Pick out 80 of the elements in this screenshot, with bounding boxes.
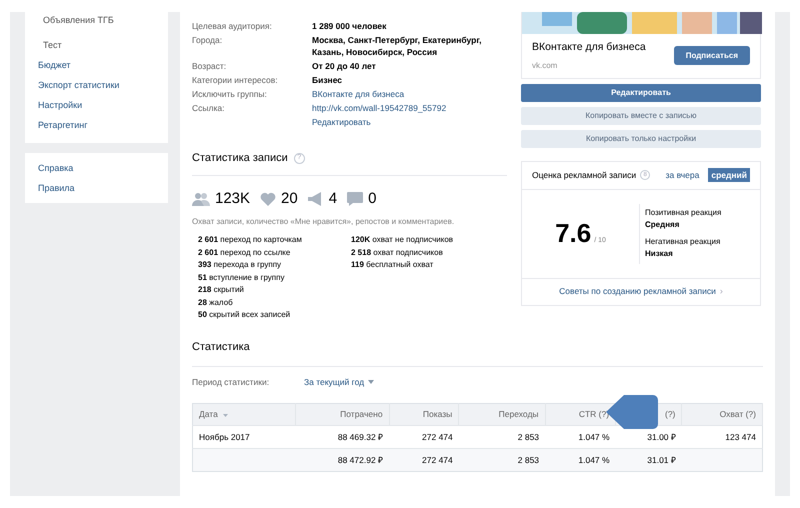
metric-text: 2 518 охват подписчиков [351,246,444,259]
reaction-value: Средняя [645,219,680,232]
table-cell: 88 472.92 ₽ [338,454,384,465]
promo-domain: vk.com [532,60,558,72]
rating-title: Оценка рекламной записи [532,168,636,182]
field-value: Бизнес [312,75,342,85]
reaction-value: Низкая [645,248,674,260]
link[interactable]: http://vk.com/wall-19542789_55792 [312,103,446,113]
counter-value: 0 [368,188,376,208]
metric-text: 2 601 переход по ссылке [198,246,292,259]
link[interactable]: ВКонтакте для бизнеса [312,89,404,99]
table-cell: 31.00 ₽ [647,432,676,442]
column-header[interactable]: (?) [665,409,676,420]
action-button[interactable]: Редактировать [521,84,761,102]
column-header[interactable]: Потрачено [340,409,383,420]
counter-value: 123K [215,188,250,208]
field-label: Целевая аудитория: [192,21,272,31]
metric-text: 28 жалоб [198,296,234,308]
reaction-label: Позитивная реакция [645,207,722,220]
sidebar-item[interactable]: Экспорт статистики [25,75,168,95]
metric-text: 393 перехода в группу [198,259,282,271]
sidebar-item[interactable]: Настройки [25,95,168,115]
field-label: Период статистики: [192,376,270,388]
section-title: Статистика [192,340,250,352]
field-label: Исключить группы: [192,89,267,99]
sidebar-item[interactable]: Тест [25,35,168,55]
section-title: Статистика записи [192,151,288,166]
field-label: Ссылка: [192,103,224,113]
link[interactable]: Редактировать [312,117,371,127]
period-dropdown[interactable]: За текущий год [304,376,374,388]
rating-tab[interactable]: за вчера [662,168,702,182]
table-cell: Ноябрь 2017 [199,432,250,442]
column-header[interactable]: Переходы [498,409,539,420]
metric-text: 2 601 переход по карточкам [198,234,303,246]
table-cell: 2 853 [518,454,540,465]
metric-text: 50 скрытий всех записей [198,309,292,321]
table-cell: 272 474 [422,454,453,465]
table-cell: 123 474 [725,432,756,442]
field-value: Москва, Санкт-Петербург, Екатеринбург, Казань, Новосибирск, Россия [312,35,482,57]
people-icon [192,192,210,206]
sidebar-item[interactable]: Бюджет [25,55,168,75]
table-cell: 272 474 [422,432,453,442]
heart-icon [260,192,276,206]
action-button[interactable]: Копировать вместе с записью [521,106,761,125]
sidebar-item[interactable]: Справка [25,158,168,178]
field-label: Города: [192,35,222,45]
metric-text: 218 скрытий [198,284,245,296]
table-cell: 2 853 [518,432,540,442]
rating-tab[interactable]: средний [708,168,750,182]
metric-text: 119 бесплатный охват [351,259,434,271]
score-value: 7.6 [555,220,592,246]
metric-text: 51 вступление в группу [198,272,286,284]
sort-icon [222,414,228,417]
field-label: Возраст: [192,61,226,71]
column-header[interactable]: Показы [422,409,452,420]
field-label: Категории интересов: [192,75,278,85]
counter-value: 4 [328,188,338,208]
table-cell: 1.047 % [578,432,610,442]
metric-text: 120K охват не подписчиков [351,234,454,246]
table-cell: 31.01 ₽ [647,454,676,465]
table-cell: 1.047 % [578,454,610,465]
field-value: 1 289 000 человек [312,21,386,31]
comment-icon [347,192,364,206]
tips-link[interactable]: Советы по созданию рекламной записи [559,285,716,298]
table-cell: 88 469.32 ₽ [338,432,384,442]
sidebar-item[interactable]: Объявления ТГБ [25,12,168,30]
promo-title: ВКонтакте для бизнеса [532,40,646,55]
caption: Охват записи, количество «Мне нравится», репостов и комментариев. [192,216,456,228]
action-button[interactable]: Копировать только настройки [521,130,761,148]
counter-value: 20 [281,188,298,208]
sidebar-item[interactable]: Ретаргетинг [25,115,168,135]
reaction-label: Негативная реакция [645,236,722,248]
column-header[interactable]: Охват (?) [720,409,756,420]
megaphone-icon [308,192,324,206]
chevron-icon: › [720,285,723,298]
sidebar-item[interactable]: Правила [25,178,168,198]
field-value: От 20 до 40 лет [312,61,376,71]
subscribe-button[interactable]: Подписаться [674,46,750,66]
column-header[interactable]: Дата [199,409,218,420]
caret-icon [368,380,374,384]
